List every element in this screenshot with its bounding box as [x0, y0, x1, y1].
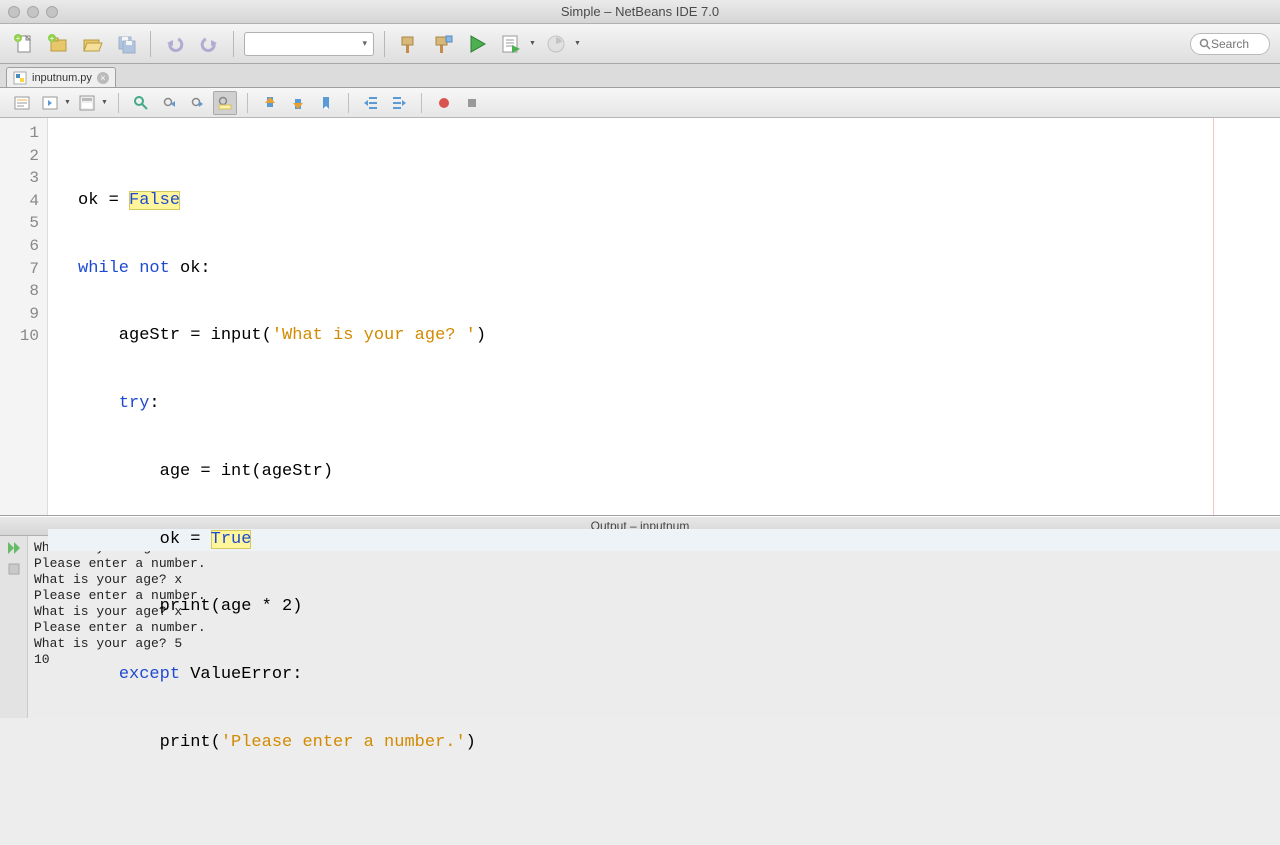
code-line: try:	[48, 393, 1280, 416]
svg-text:+: +	[50, 34, 55, 43]
line-number: 3	[0, 167, 39, 190]
debug-dropdown-caret[interactable]: ▼	[529, 40, 536, 47]
source-button[interactable]	[10, 91, 34, 115]
minimize-window-button[interactable]	[27, 6, 39, 18]
code-line: print('Please enter a number.')	[48, 732, 1280, 755]
nav-button[interactable]	[75, 91, 99, 115]
shift-right-button[interactable]	[387, 91, 411, 115]
history-button[interactable]	[38, 91, 62, 115]
line-number: 5	[0, 212, 39, 235]
find-button[interactable]	[129, 91, 153, 115]
line-number: 2	[0, 145, 39, 168]
line-gutter: 1 2 3 4 5 6 7 8 9 10	[0, 118, 48, 515]
find-next-button[interactable]	[185, 91, 209, 115]
code-line: age = int(ageStr)	[48, 461, 1280, 484]
file-tab-bar: inputnum.py ×	[0, 64, 1280, 88]
line-number: 10	[0, 325, 39, 348]
line-number: 4	[0, 190, 39, 213]
print-margin	[1213, 118, 1214, 515]
line-number: 6	[0, 235, 39, 258]
line-number: 1	[0, 122, 39, 145]
traffic-lights	[8, 6, 58, 18]
python-file-icon	[13, 71, 27, 85]
titlebar: Simple – NetBeans IDE 7.0	[0, 0, 1280, 24]
nav-dropdown-caret[interactable]: ▼	[101, 99, 108, 106]
window-title: Simple – NetBeans IDE 7.0	[58, 4, 1222, 19]
code-line: while not ok:	[48, 258, 1280, 281]
rerun-icon[interactable]	[6, 540, 22, 556]
search-input[interactable]	[1211, 37, 1261, 51]
line-number: 9	[0, 303, 39, 326]
line-number: 8	[0, 280, 39, 303]
shift-left-button[interactable]	[359, 91, 383, 115]
search-box[interactable]	[1190, 33, 1270, 55]
clean-build-button[interactable]	[429, 30, 457, 58]
close-window-button[interactable]	[8, 6, 20, 18]
new-project-button[interactable]: +	[44, 30, 72, 58]
prev-bookmark-button[interactable]	[258, 91, 282, 115]
file-tab-label: inputnum.py	[32, 72, 92, 84]
save-all-button[interactable]	[112, 30, 140, 58]
code-line: except ValueError:	[48, 664, 1280, 687]
config-dropdown[interactable]: ▾	[244, 32, 374, 56]
debug-button[interactable]	[497, 30, 525, 58]
next-bookmark-button[interactable]	[286, 91, 310, 115]
stop-icon[interactable]	[7, 562, 21, 576]
editor-toolbar: ▼ ▼	[0, 88, 1280, 118]
undo-button[interactable]	[161, 30, 189, 58]
macro-record-button[interactable]	[432, 91, 456, 115]
main-toolbar: + + ▾ ▼ ▼	[0, 24, 1280, 64]
find-prev-button[interactable]	[157, 91, 181, 115]
open-project-button[interactable]	[78, 30, 106, 58]
code-line: ageStr = input('What is your age? ')	[48, 325, 1280, 348]
output-gutter	[0, 536, 28, 718]
code-editor[interactable]: 1 2 3 4 5 6 7 8 9 10 ok = False while no…	[0, 118, 1280, 516]
new-file-button[interactable]: +	[10, 30, 38, 58]
tab-close-icon[interactable]: ×	[97, 72, 109, 84]
line-number: 7	[0, 258, 39, 281]
code-line-current: ok = True	[48, 529, 1280, 552]
file-tab-inputnum[interactable]: inputnum.py ×	[6, 67, 116, 87]
build-button[interactable]	[395, 30, 423, 58]
svg-text:+: +	[16, 34, 21, 43]
search-icon	[1199, 38, 1211, 50]
code-area[interactable]: ok = False while not ok: ageStr = input(…	[48, 118, 1280, 515]
run-button[interactable]	[463, 30, 491, 58]
code-line: ok = False	[48, 190, 1280, 213]
highlight-button[interactable]	[213, 91, 237, 115]
profile-button[interactable]	[542, 30, 570, 58]
code-line: print(age * 2)	[48, 596, 1280, 619]
macro-stop-button[interactable]	[460, 91, 484, 115]
toggle-bookmark-button[interactable]	[314, 91, 338, 115]
profile-dropdown-caret[interactable]: ▼	[574, 40, 581, 47]
redo-button[interactable]	[195, 30, 223, 58]
history-dropdown-caret[interactable]: ▼	[64, 99, 71, 106]
zoom-window-button[interactable]	[46, 6, 58, 18]
